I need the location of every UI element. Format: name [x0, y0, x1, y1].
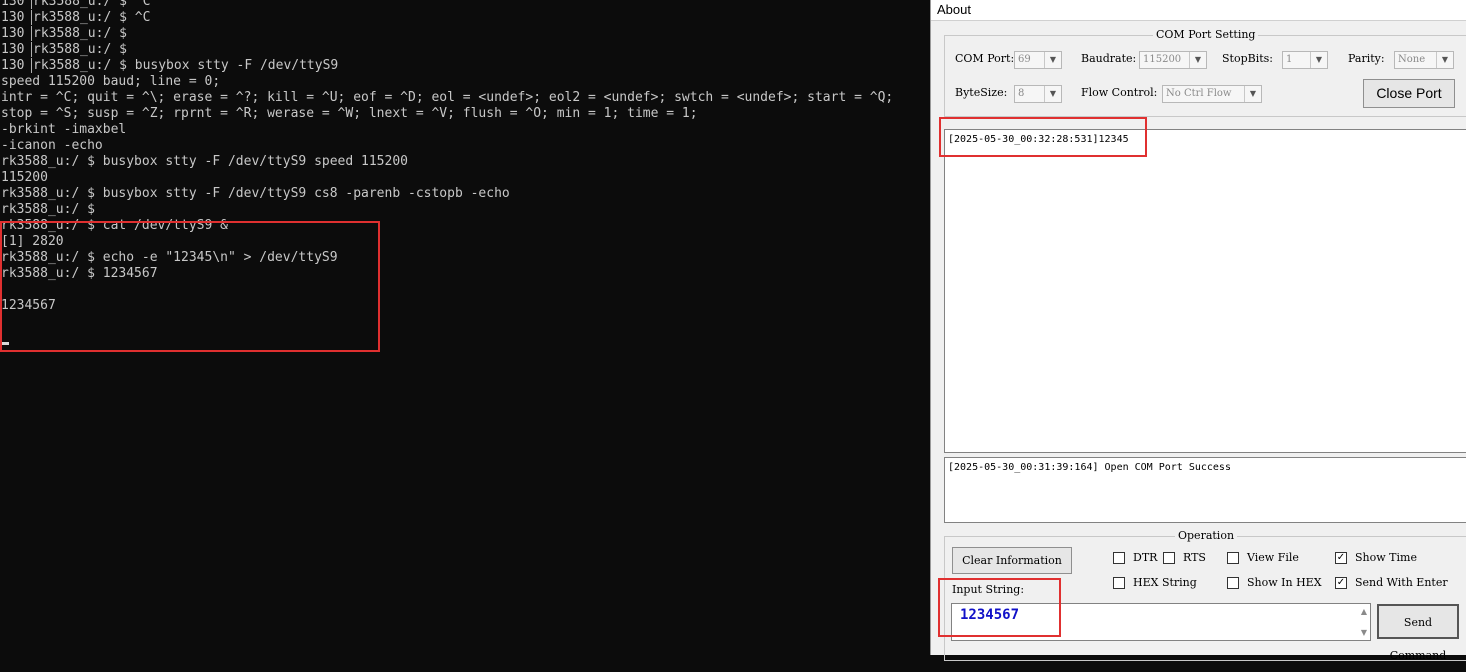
chevron-down-icon: ▼: [1044, 86, 1061, 102]
stopbits-select[interactable]: 1 ▼: [1282, 51, 1328, 69]
com-port-value: 69: [1018, 54, 1031, 65]
bytesize-select[interactable]: 8 ▼: [1014, 85, 1062, 103]
terminal-text: rk3588_u:/ $: [33, 26, 127, 41]
log-text: [2025-05-30_00:31:39:164] Open COM Port …: [948, 462, 1231, 473]
separator: [31, 42, 32, 57]
com-port-select[interactable]: 69 ▼: [1014, 51, 1062, 69]
exit-code: 130: [1, 58, 25, 73]
terminal-line: -icanon -echo: [1, 138, 103, 153]
terminal-text: rk3588_u:/ $ ^C: [33, 0, 151, 9]
checkbox-dtr[interactable]: DTR: [1113, 551, 1157, 564]
flow-control-select[interactable]: No Ctrl Flow ▼: [1162, 85, 1262, 103]
terminal-line: 115200: [1, 170, 48, 185]
receive-highlight-box: [939, 117, 1147, 157]
chevron-down-icon: ▼: [1044, 52, 1061, 68]
menu-item-about[interactable]: About: [937, 2, 971, 17]
exit-code: 130: [1, 10, 25, 25]
terminal-text: rk3588_u:/ $ ^C: [33, 10, 151, 25]
stopbits-value: 1: [1286, 54, 1293, 65]
bytesize-label: ByteSize:: [955, 86, 1008, 99]
checkbox-send-with-enter[interactable]: ✓ Send With Enter: [1335, 576, 1448, 589]
parity-label: Parity:: [1348, 52, 1385, 65]
terminal-line: -brkint -imaxbel: [1, 122, 127, 137]
chevron-down-icon: ▼: [1310, 52, 1327, 68]
terminal-text: rk3588_u:/ $: [33, 42, 127, 57]
chevron-down-icon: ▼: [1244, 86, 1261, 102]
checkbox-box: [1113, 576, 1125, 589]
terminal-line: 130 rk3588_u:/ $ busybox stty -F /dev/tty…: [1, 58, 338, 74]
flow-control-label: Flow Control:: [1081, 86, 1158, 99]
com-port-label: COM Port:: [955, 52, 1015, 65]
separator: [31, 58, 32, 73]
checkbox-show-in-hex[interactable]: Show In HEX: [1227, 576, 1322, 589]
send-command-button[interactable]: Send Command: [1377, 604, 1459, 662]
checkbox-view-file[interactable]: View File: [1227, 551, 1299, 564]
bytesize-value: 8: [1018, 88, 1025, 99]
exit-code: 130: [1, 42, 25, 57]
serial-tool-window: About COM Port Setting COM Port: 69 ▼ Bau…: [930, 0, 1466, 662]
checkbox-label: Send With Enter: [1355, 576, 1448, 589]
checkbox-label: Show Time: [1355, 551, 1417, 564]
terminal-window[interactable]: 130 rk3588_u:/ $ ^C 130 rk3588_u:/ $ ^C 13…: [0, 0, 930, 655]
baudrate-value: 115200: [1143, 54, 1182, 65]
menu-bar: About: [931, 0, 1466, 21]
checkbox-box: [1113, 551, 1125, 564]
baudrate-label: Baudrate:: [1081, 52, 1137, 65]
operation-title: Operation: [1175, 529, 1238, 542]
terminal-line: rk3588_u:/ $ busybox stty -F /dev/ttyS9 …: [1, 154, 408, 169]
terminal-line: rk3588_u:/ $ busybox stty -F /dev/ttyS9 …: [1, 186, 510, 201]
checkbox-label: RTS: [1183, 551, 1206, 564]
exit-code: 130: [1, 26, 25, 41]
stopbits-label: StopBits:: [1222, 52, 1273, 65]
clear-information-button[interactable]: Clear Information: [952, 547, 1072, 574]
chevron-down-icon: ▼: [1436, 52, 1453, 68]
terminal-line: 130 rk3588_u:/ $ ^C: [1, 0, 150, 10]
checkbox-label: Show In HEX: [1247, 576, 1322, 589]
terminal-line: 130 rk3588_u:/ $: [1, 26, 127, 42]
separator: [31, 0, 32, 9]
terminal-line: intr = ^C; quit = ^\; erase = ^?; kill =…: [1, 90, 894, 105]
log-text-area[interactable]: [2025-05-30_00:31:39:164] Open COM Port …: [944, 457, 1466, 523]
terminal-text: rk3588_u:/ $ busybox stty -F /dev/ttyS9: [33, 58, 339, 73]
separator: [31, 26, 32, 41]
baudrate-select[interactable]: 115200 ▼: [1139, 51, 1207, 69]
scroll-up-icon[interactable]: ▲: [1361, 607, 1367, 616]
exit-code: 130: [1, 0, 25, 9]
terminal-line: rk3588_u:/ $: [1, 202, 95, 217]
terminal-line: speed 115200 baud; line = 0;: [1, 74, 221, 89]
terminal-line: 130 rk3588_u:/ $ ^C: [1, 10, 150, 26]
com-port-setting-title: COM Port Setting: [1153, 28, 1259, 41]
checkbox-rts[interactable]: RTS: [1163, 551, 1206, 564]
checkbox-label: DTR: [1133, 551, 1158, 564]
checkbox-box: [1163, 551, 1175, 564]
terminal-highlight-box: [0, 221, 380, 352]
checkbox-box: [1227, 576, 1239, 589]
checkbox-show-time[interactable]: ✓ Show Time: [1335, 551, 1417, 564]
parity-select[interactable]: None ▼: [1394, 51, 1454, 69]
flow-control-value: No Ctrl Flow: [1166, 88, 1232, 99]
checkbox-box: [1227, 551, 1239, 564]
check-icon: ✓: [1335, 551, 1347, 564]
chevron-down-icon: ▼: [1189, 52, 1206, 68]
checkbox-hex-string[interactable]: HEX String: [1113, 576, 1197, 589]
receive-text-area[interactable]: [2025-05-30_00:32:28:531]12345: [944, 129, 1466, 453]
checkbox-label: View File: [1247, 551, 1299, 564]
parity-value: None: [1398, 54, 1426, 65]
terminal-line: 130 rk3588_u:/ $: [1, 42, 127, 58]
scroll-down-icon[interactable]: ▼: [1361, 628, 1367, 637]
check-icon: ✓: [1335, 576, 1347, 589]
separator: [31, 10, 32, 25]
terminal-line: stop = ^S; susp = ^Z; rprnt = ^R; werase…: [1, 106, 698, 121]
close-port-button[interactable]: Close Port: [1363, 79, 1455, 108]
checkbox-label: HEX String: [1133, 576, 1197, 589]
input-highlight-box: [938, 578, 1061, 637]
